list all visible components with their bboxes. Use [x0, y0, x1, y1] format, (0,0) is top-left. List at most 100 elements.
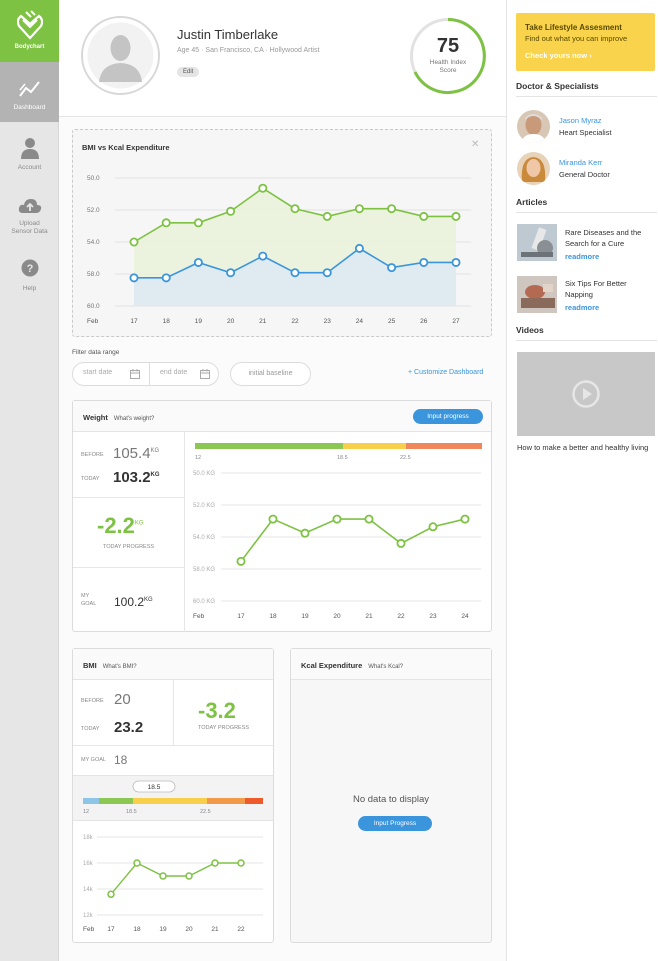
readmore-link[interactable]: readmore: [565, 303, 599, 312]
bodychart-logo-icon: [17, 10, 43, 40]
scale-bar-normal: [99, 798, 133, 804]
x-tick-label: 19: [159, 926, 167, 933]
nav-help[interactable]: ? Help: [0, 248, 59, 308]
y-tick-label: 54.0: [87, 239, 100, 246]
x-tick-label: 18: [133, 926, 141, 933]
article-title[interactable]: Rare Diseases and the Search for a Cure: [565, 227, 653, 249]
doctor-name-link[interactable]: Miranda Kerr: [559, 158, 602, 167]
y-tick-label: 18k: [83, 835, 94, 841]
kcal-title: Kcal Expenditure: [301, 661, 363, 670]
x-tick-label: 27: [452, 318, 460, 325]
nav-account[interactable]: Account: [0, 124, 59, 184]
doctor-name-link[interactable]: Jason Myraz: [559, 116, 602, 125]
kcal-empty-text: No data to display: [352, 794, 430, 805]
initial-baseline-button[interactable]: initial baseline: [230, 362, 311, 386]
scale-bar-overweight: [343, 443, 406, 449]
data-point: [354, 243, 364, 253]
x-tick-label: 17: [130, 318, 138, 325]
bmi-goal-label: MY GOAL: [81, 757, 106, 763]
chevron-right-icon: ›: [589, 51, 592, 60]
calendar-icon[interactable]: [200, 369, 210, 379]
scale-tick-label: 12: [83, 809, 89, 815]
kcal-help-link[interactable]: What's Kcal?: [368, 664, 403, 670]
bmi-card: BMI What's BMI? BEFORE 20 TODAY 23.2 -3.2…: [72, 648, 274, 943]
x-tick-label: 24: [461, 613, 469, 620]
start-date-input[interactable]: start date: [83, 369, 112, 376]
weight-help-link[interactable]: What's weight?: [114, 416, 155, 422]
scale-tick-label: 18.5: [337, 455, 348, 461]
right-column: Take Lifestyle Assesment Find out what y…: [506, 0, 658, 961]
bmi-progress-value: -3.2: [198, 698, 236, 723]
main-content: Justin Timberlake Age 45 · San Francisco…: [59, 0, 506, 961]
x-tick-label: 22: [291, 318, 299, 325]
bmi-goal-value: 18: [114, 753, 128, 767]
y-tick-label: 50.0: [87, 175, 100, 182]
data-point: [236, 556, 246, 566]
scale-tick-label: 22.5: [200, 809, 211, 815]
x-tick-label: Feb: [83, 926, 95, 933]
article-thumbnail[interactable]: [517, 224, 557, 261]
weight-before-label: BEFORE: [81, 452, 104, 458]
scale-bar-underweight: [83, 798, 99, 804]
kcal-card: Kcal Expenditure What's Kcal? No data to …: [290, 648, 492, 943]
y-tick-label: 60.0 KG: [193, 599, 215, 605]
doctor-avatar-icon: [517, 110, 550, 143]
weight-chart: 12 18.5 22.5 50.0 KG 52.0 KG 54.0 KG 58.0 KG 60…: [193, 443, 482, 620]
y-tick-label: 14k: [83, 887, 94, 893]
profile-meta: Age 45 · San Francisco, CA · Hollywood A…: [177, 47, 320, 54]
data-point: [161, 273, 171, 283]
data-point: [159, 872, 167, 880]
scale-tick-label: 12: [195, 455, 201, 461]
date-divider: [149, 363, 150, 385]
score-label-1: Health Index: [429, 59, 467, 66]
article-title[interactable]: Six Tips For Better Napping: [565, 278, 653, 300]
doctor-photo[interactable]: [517, 110, 550, 143]
readmore-link[interactable]: readmore: [565, 252, 599, 261]
nav-dashboard[interactable]: Dashboard: [0, 62, 59, 122]
edit-profile-button[interactable]: Edit: [177, 67, 200, 77]
sidebar: Bodychart Dashboard Account Upload Senso…: [0, 0, 59, 961]
doctors-title: Doctor & Specialists: [516, 81, 599, 91]
data-point: [387, 263, 397, 273]
weight-input-progress-button[interactable]: Input progress: [413, 409, 483, 424]
data-point: [451, 211, 461, 221]
video-caption[interactable]: How to make a better and healthy living: [517, 442, 657, 453]
data-point: [193, 257, 203, 267]
articles-title: Articles: [516, 197, 548, 207]
end-date-input[interactable]: end date: [160, 369, 187, 376]
videos-title: Videos: [516, 325, 544, 335]
bmi-help-link[interactable]: What's BMI?: [103, 664, 137, 670]
x-tick-label: 19: [195, 318, 203, 325]
doctor-photo[interactable]: [517, 152, 550, 185]
customize-dashboard-link[interactable]: + Customize Dashboard: [408, 369, 483, 376]
play-icon[interactable]: [572, 380, 600, 408]
data-point: [322, 211, 332, 221]
video-player[interactable]: [517, 352, 655, 436]
lifestyle-promo[interactable]: Take Lifestyle Assesment Find out what y…: [516, 13, 655, 71]
health-index-score: 75 Health Index Score: [410, 18, 486, 94]
bmi-today-label: TODAY: [81, 726, 100, 732]
microscope-image: [517, 224, 557, 261]
weight-progress-label: TODAY PROGRESS: [103, 544, 155, 550]
weight-title: Weight: [83, 413, 108, 422]
weight-goal-label-2: GOAL: [81, 601, 97, 607]
data-point: [185, 872, 193, 880]
data-point: [129, 237, 139, 247]
calendar-icon[interactable]: [130, 369, 140, 379]
app-logo[interactable]: Bodychart: [0, 0, 59, 62]
scale-tick-label: 18.5: [126, 809, 137, 815]
data-point: [258, 251, 268, 261]
kcal-input-progress-button[interactable]: Input Progress: [358, 816, 432, 831]
doctor-avatar-icon: [517, 152, 550, 185]
x-tick-label: 19: [301, 613, 309, 620]
filter-label: Filter data range: [72, 349, 120, 356]
weight-today-label: TODAY: [81, 476, 100, 482]
x-tick-label: 17: [237, 613, 245, 620]
profile-header: Justin Timberlake Age 45 · San Francisco…: [59, 0, 506, 117]
article-thumbnail[interactable]: [517, 276, 557, 313]
bmi-progress-label: TODAY PROGRESS: [198, 725, 250, 731]
promo-link[interactable]: Check yours now: [525, 51, 587, 60]
nav-upload[interactable]: Upload Sensor Data: [0, 186, 59, 246]
bmi-kcal-chart: 50.0 52.0 54.0 58.0 60.0 Feb 17 18 19 20 21 22 23 24 2…: [87, 175, 471, 325]
cloud-upload-icon: [18, 199, 42, 213]
